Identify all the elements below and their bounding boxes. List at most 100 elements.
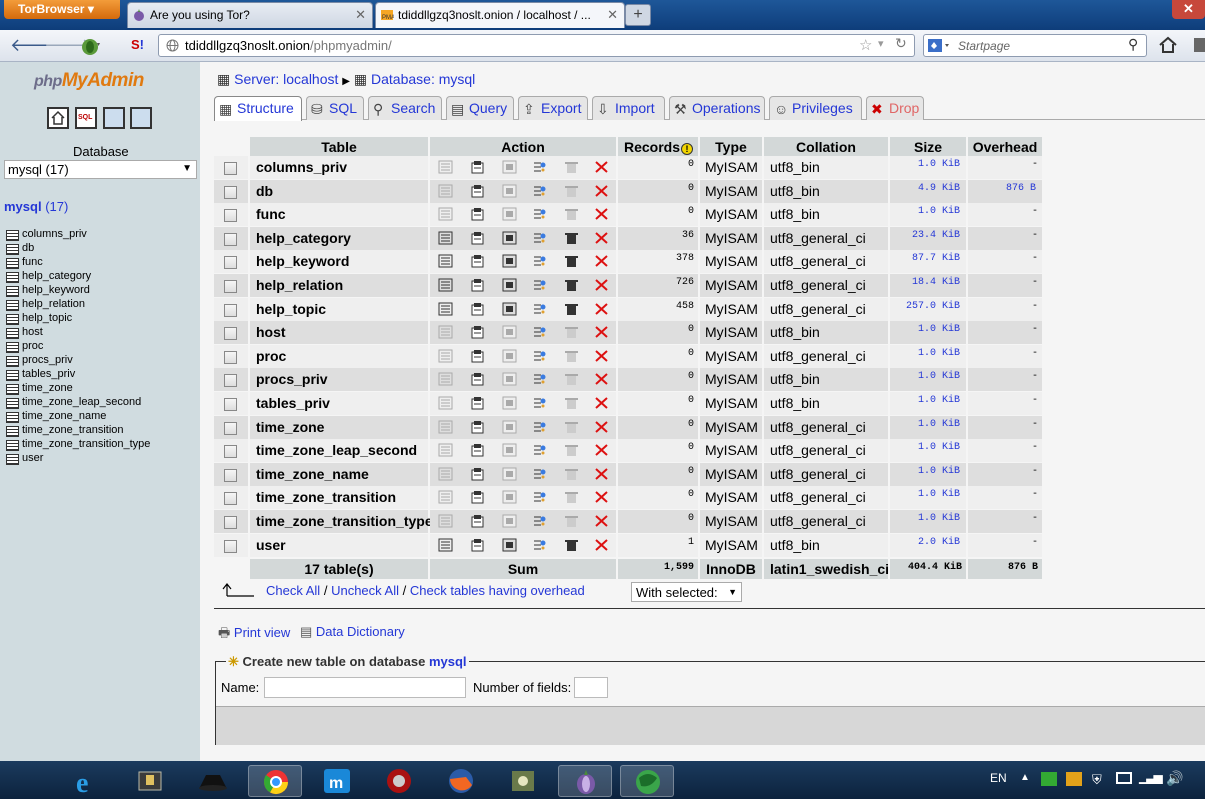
empty-icon[interactable]	[564, 349, 579, 363]
query-window-icon[interactable]	[103, 107, 125, 129]
table-name-link[interactable]: time_zone_name	[250, 462, 428, 486]
drop-icon[interactable]	[594, 420, 609, 434]
home-icon[interactable]	[1158, 36, 1178, 54]
row-checkbox[interactable]	[224, 374, 237, 388]
browse-icon[interactable]	[438, 160, 453, 174]
browse-icon[interactable]	[438, 538, 453, 552]
table-name-link[interactable]: func	[250, 203, 428, 227]
sidebar-table-link[interactable]: time_zone_leap_second	[6, 396, 141, 409]
drop-icon[interactable]	[594, 514, 609, 528]
tor-browser-menu-button[interactable]: TorBrowser ▾	[4, 0, 120, 19]
insert-icon[interactable]	[532, 514, 547, 528]
browse-icon[interactable]	[438, 420, 453, 434]
drop-icon[interactable]	[594, 160, 609, 174]
table-name-link[interactable]: host	[250, 321, 428, 345]
with-selected-select[interactable]: With selected: ▼	[631, 582, 742, 602]
sidebar-table-link[interactable]: time_zone_transition	[6, 424, 124, 437]
uncheck-all-link[interactable]: Uncheck All	[331, 583, 399, 598]
sidebar-table-link[interactable]: user	[6, 452, 43, 465]
row-checkbox[interactable]	[224, 421, 237, 435]
search-icon[interactable]	[502, 160, 517, 174]
search-icon[interactable]	[502, 254, 517, 268]
size-link[interactable]: 1.0 KiB	[890, 415, 966, 439]
url-bar[interactable]: tdiddllgzq3noslt.onion/phpmyadmin/ ☆ ▾ ↻	[158, 34, 915, 57]
sidebar-table-link[interactable]: db	[6, 242, 34, 255]
check-overhead-link[interactable]: Check tables having overhead	[410, 583, 585, 598]
browse-icon[interactable]	[438, 490, 453, 504]
size-link[interactable]: 1.0 KiB	[890, 344, 966, 368]
structure-icon[interactable]	[470, 278, 485, 292]
sidebar-table-link[interactable]: help_category	[6, 270, 91, 283]
size-link[interactable]: 87.7 KiB	[890, 250, 966, 274]
tab-import[interactable]: ⇩ Import	[592, 96, 665, 120]
new-table-name-input[interactable]	[264, 677, 466, 698]
structure-icon[interactable]	[470, 160, 485, 174]
row-checkbox[interactable]	[224, 232, 237, 246]
size-link[interactable]: 1.0 KiB	[890, 368, 966, 392]
row-checkbox[interactable]	[224, 539, 237, 553]
empty-icon[interactable]	[564, 207, 579, 221]
empty-icon[interactable]	[564, 514, 579, 528]
sidebar-table-link[interactable]: host	[6, 326, 43, 339]
breadcrumb-server[interactable]: Server: localhost	[234, 71, 338, 87]
browse-icon[interactable]	[438, 254, 453, 268]
structure-icon[interactable]	[470, 207, 485, 221]
search-icon[interactable]	[502, 302, 517, 316]
structure-icon[interactable]	[470, 514, 485, 528]
browse-icon[interactable]	[438, 467, 453, 481]
tray-app-icon[interactable]	[1066, 772, 1082, 786]
table-name-link[interactable]: columns_priv	[250, 156, 428, 179]
maxthon-taskbar-icon[interactable]: m	[310, 765, 364, 797]
search-icon[interactable]	[502, 467, 517, 481]
tab-query[interactable]: ▤ Query	[446, 96, 514, 120]
browse-icon[interactable]	[438, 207, 453, 221]
insert-icon[interactable]	[532, 254, 547, 268]
dropdown-arrow-icon[interactable]: ▾	[878, 37, 884, 50]
sidebar-table-link[interactable]: time_zone	[6, 382, 73, 395]
table-name-link[interactable]: time_zone	[250, 415, 428, 439]
drop-icon[interactable]	[594, 349, 609, 363]
table-name-link[interactable]: help_keyword	[250, 250, 428, 274]
insert-icon[interactable]	[532, 231, 547, 245]
folder-taskbar-icon[interactable]	[124, 765, 178, 797]
sidebar-table-link[interactable]: help_relation	[6, 298, 85, 311]
reload-icon[interactable]: ↻	[895, 35, 907, 52]
search-icon[interactable]	[502, 325, 517, 339]
empty-icon[interactable]	[564, 467, 579, 481]
chrome-taskbar-icon[interactable]	[248, 765, 302, 797]
structure-icon[interactable]	[470, 420, 485, 434]
insert-icon[interactable]	[532, 467, 547, 481]
home-icon[interactable]	[47, 107, 69, 129]
drop-icon[interactable]	[594, 254, 609, 268]
search-icon[interactable]	[502, 514, 517, 528]
sidebar-table-link[interactable]: func	[6, 256, 43, 269]
insert-icon[interactable]	[532, 396, 547, 410]
insert-icon[interactable]	[532, 325, 547, 339]
tab-export[interactable]: ⇪ Export	[518, 96, 588, 120]
size-link[interactable]: 1.0 KiB	[890, 439, 966, 463]
size-link[interactable]: 4.9 KiB	[890, 179, 966, 203]
row-checkbox[interactable]	[224, 209, 237, 223]
table-name-link[interactable]: time_zone_transition	[250, 486, 428, 510]
sidebar-table-link[interactable]: tables_priv	[6, 368, 75, 381]
tray-expand-icon[interactable]: ▲	[1020, 772, 1030, 783]
tab-structure[interactable]: ▦ Structure	[214, 96, 302, 121]
drop-icon[interactable]	[594, 278, 609, 292]
row-checkbox[interactable]	[224, 445, 237, 459]
noscript-icon[interactable]: S!	[131, 37, 144, 52]
row-checkbox[interactable]	[224, 303, 237, 317]
insert-icon[interactable]	[532, 443, 547, 457]
browse-icon[interactable]	[438, 278, 453, 292]
row-checkbox[interactable]	[224, 280, 237, 293]
phpmyadmin-logo[interactable]: phpMyAdmin	[34, 70, 144, 92]
browser-tab-phpmyadmin[interactable]: PMA tdiddllgzq3noslt.onion / localhost /…	[375, 2, 625, 28]
search-icon[interactable]: ⚲	[1128, 36, 1138, 53]
row-checkbox[interactable]	[224, 350, 237, 364]
empty-icon[interactable]	[564, 278, 579, 292]
size-link[interactable]: 1.0 KiB	[890, 321, 966, 345]
app-hat-taskbar-icon[interactable]	[186, 765, 240, 797]
structure-icon[interactable]	[470, 372, 485, 386]
insert-icon[interactable]	[532, 278, 547, 292]
toolbar-overflow-icon[interactable]	[1194, 38, 1205, 52]
print-view-link[interactable]: Print view	[234, 625, 290, 640]
